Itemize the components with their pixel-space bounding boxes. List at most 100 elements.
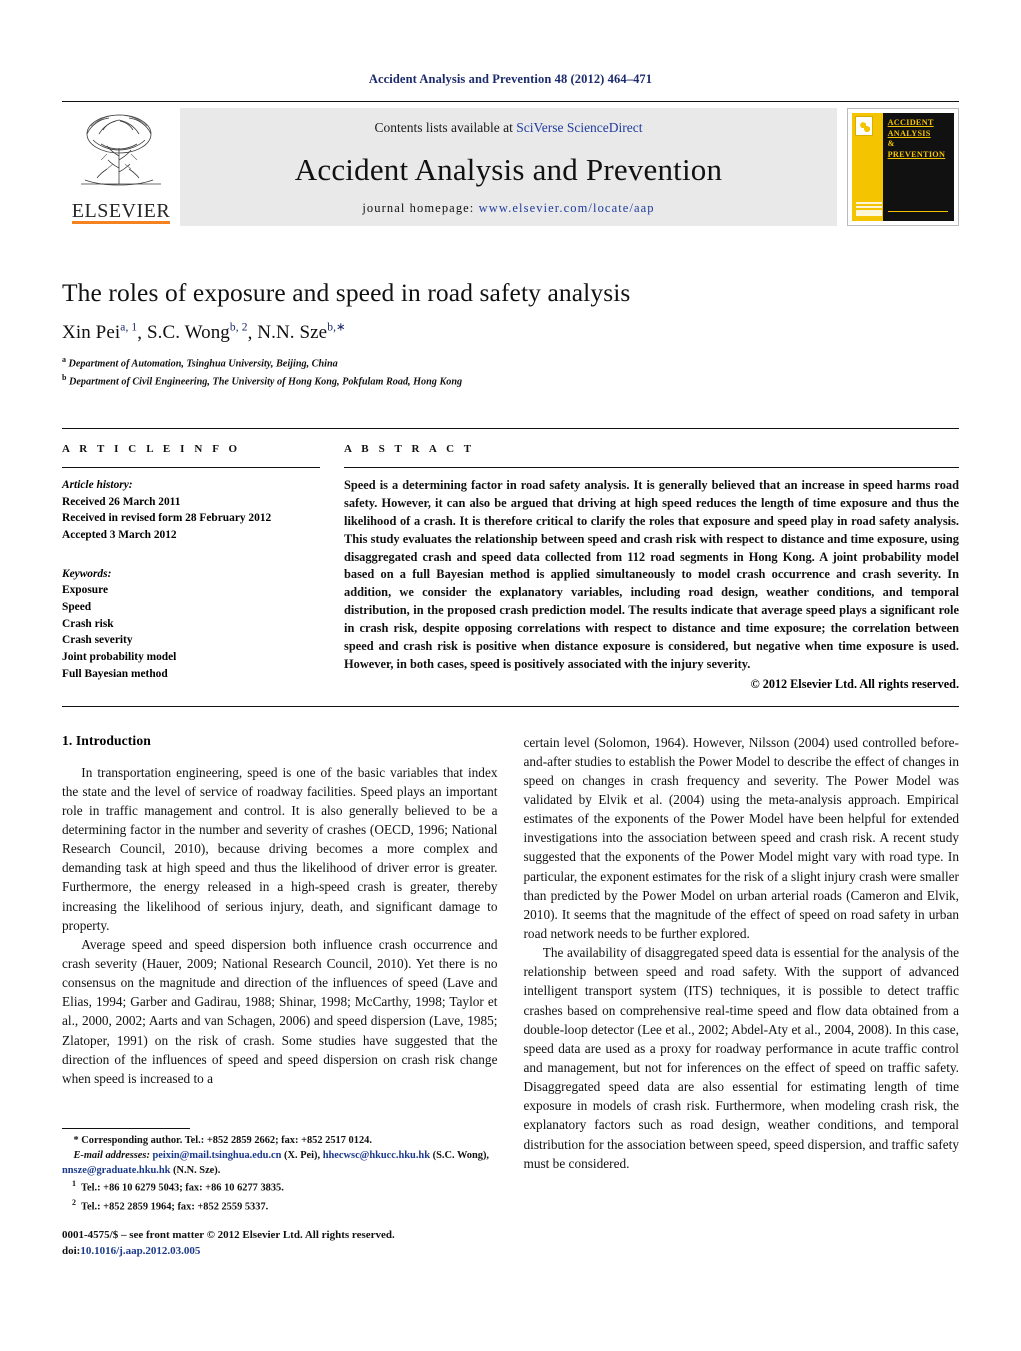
cover-line-1: ACCIDENT <box>887 118 934 127</box>
paragraph: In transportation engineering, speed is … <box>62 764 498 933</box>
tel-2-text: Tel.: +852 2859 1964; fax: +852 2559 533… <box>81 1201 269 1212</box>
imprint-block: 0001-4575/$ – see front matter © 2012 El… <box>62 1228 532 1260</box>
history-item: Received 26 March 2011 <box>62 495 181 508</box>
affiliation-b: b Department of Civil Engineering, The U… <box>62 372 959 390</box>
email-link-2[interactable]: hhecwsc@hkucc.hku.hk <box>323 1150 430 1161</box>
article-info-column: A R T I C L E I N F O Article history: R… <box>62 443 320 691</box>
journal-masthead: ELSEVIER Contents lists available at Sci… <box>62 101 959 226</box>
email-owner-1: (X. Pei), <box>284 1149 321 1161</box>
keyword-item: Joint probability model <box>62 650 177 663</box>
author-sep-1: , <box>137 322 147 344</box>
author-sep-2: , <box>247 322 258 344</box>
keyword-item: Full Bayesian method <box>62 667 168 680</box>
homepage-prefix: journal homepage: <box>362 201 479 215</box>
article-history-label: Article history: <box>62 479 133 492</box>
cover-line-3: & <box>887 139 895 148</box>
cover-artwork: ACCIDENT ANALYSIS & PREVENTION <box>852 113 954 221</box>
email-owner-2: (S.C. Wong), <box>432 1149 490 1161</box>
email-link-3[interactable]: nnsze@graduate.hku.hk <box>62 1165 170 1176</box>
affiliation-b-mark: b <box>62 373 67 383</box>
affiliation-a: a Department of Automation, Tsinghua Uni… <box>62 354 959 372</box>
elsevier-wordmark: ELSEVIER <box>71 200 171 224</box>
author-1-name: Xin Pei <box>62 322 121 344</box>
footnote-tel-1: 1 Tel.: +86 10 6279 5043; fax: +86 10 62… <box>62 1178 494 1196</box>
paper-page: Accident Analysis and Prevention 48 (201… <box>0 0 1021 1351</box>
abstract-heading: A B S T R A C T <box>344 443 475 456</box>
journal-banner: Contents lists available at SciVerse Sci… <box>180 108 837 226</box>
cover-line-4: PREVENTION <box>887 149 946 159</box>
abstract-column: A B S T R A C T Speed is a determining f… <box>344 443 959 691</box>
author-1: Xin Peia, 1 <box>62 322 137 343</box>
history-item: Received in revised form 28 February 201… <box>62 512 272 525</box>
author-2-marks: b, 2 <box>229 322 248 335</box>
keyword-item: Exposure <box>62 584 108 597</box>
author-2-name: S.C. Wong <box>146 322 230 344</box>
doi-link[interactable]: 10.1016/j.aap.2012.03.005 <box>80 1245 200 1257</box>
doi-label: doi: <box>62 1244 81 1257</box>
footnote-separator-rule <box>62 1128 190 1129</box>
affiliation-a-text: Department of Automation, Tsinghua Unive… <box>68 358 338 370</box>
author-3: N.N. Szeb,∗ <box>257 322 346 343</box>
elsevier-logo: ELSEVIER <box>62 108 180 226</box>
author-3-marks: b,∗ <box>327 322 346 335</box>
abstract-text: Speed is a determining factor in road sa… <box>344 478 959 671</box>
body-left-column: 1. Introduction In transportation engine… <box>62 733 498 1173</box>
cover-spine <box>852 113 883 221</box>
history-item: Accepted 3 March 2012 <box>62 529 177 542</box>
cover-rule <box>887 210 948 212</box>
title-block: The roles of exposure and speed in road … <box>62 278 959 390</box>
footnote-corresponding-author: * Corresponding author. Tel.: +852 2859 … <box>62 1134 494 1149</box>
email-owner-3: (N.N. Sze). <box>173 1164 221 1176</box>
body-columns: 1. Introduction In transportation engine… <box>62 733 959 1173</box>
abstract-copyright: © 2012 Elsevier Ltd. All rights reserved… <box>750 676 959 691</box>
paragraph: Average speed and speed dispersion both … <box>62 936 498 1086</box>
author-list: Xin Peia, 1, S.C. Wongb, 2, N.N. Szeb,∗ <box>62 320 959 344</box>
journal-homepage-line: journal homepage: www.elsevier.com/locat… <box>362 201 654 216</box>
cover-elsevier-icon <box>855 116 873 136</box>
sciencedirect-link[interactable]: SciVerse ScienceDirect <box>516 120 642 135</box>
elsevier-tree-icon <box>81 114 161 186</box>
article-history-block: Article history: Received 26 March 2011 … <box>62 477 320 544</box>
footnote-mark-1: 1 <box>72 1179 76 1189</box>
footnote-block: * Corresponding author. Tel.: +852 2859 … <box>62 1128 494 1215</box>
paper-title: The roles of exposure and speed in road … <box>62 278 631 307</box>
footnote-tel-2: 2 Tel.: +852 2859 1964; fax: +852 2559 5… <box>62 1197 494 1215</box>
contents-prefix: Contents lists available at <box>374 120 517 135</box>
article-info-rule <box>62 467 320 469</box>
keyword-item: Crash risk <box>62 617 114 630</box>
keywords-label: Keywords: <box>62 567 112 580</box>
paragraph: certain level (Solomon, 1964). However, … <box>523 734 960 942</box>
doi-line: doi:10.1016/j.aap.2012.03.005 <box>62 1244 532 1260</box>
cover-footer-mark <box>856 202 882 216</box>
abstract-bottom-rule <box>62 705 959 707</box>
affiliation-b-text: Department of Civil Engineering, The Uni… <box>69 376 463 388</box>
cover-title-block: ACCIDENT ANALYSIS & PREVENTION <box>883 113 954 221</box>
author-3-name: N.N. Sze <box>257 322 328 344</box>
footnote-emails: E-mail addresses: peixin@mail.tsinghua.e… <box>62 1149 494 1179</box>
journal-title: Accident Analysis and Prevention <box>294 151 723 187</box>
keyword-item: Crash severity <box>62 634 133 647</box>
email-addresses-label: E-mail addresses: <box>73 1149 150 1161</box>
cover-line-2: ANALYSIS <box>887 128 931 138</box>
journal-cover-thumbnail: ACCIDENT ANALYSIS & PREVENTION <box>847 108 959 226</box>
section-heading-introduction: 1. Introduction <box>62 732 151 748</box>
author-2: S.C. Wongb, 2 <box>147 322 248 343</box>
footnote-mark-2: 2 <box>72 1197 76 1207</box>
abstract-rule <box>344 467 959 469</box>
info-abstract-row: A R T I C L E I N F O Article history: R… <box>62 428 959 691</box>
affiliation-a-mark: a <box>62 355 66 365</box>
running-head: Accident Analysis and Prevention 48 (201… <box>368 72 653 86</box>
corresponding-author-text: Corresponding author. Tel.: +852 2859 26… <box>81 1135 372 1146</box>
contents-lists-line: Contents lists available at SciVerse Sci… <box>374 120 642 136</box>
article-info-heading: A R T I C L E I N F O <box>62 443 241 456</box>
issn-front-matter: 0001-4575/$ – see front matter © 2012 El… <box>62 1229 395 1241</box>
body-right-column: certain level (Solomon, 1964). However, … <box>524 733 960 1173</box>
paragraph: The availability of disaggregated speed … <box>523 945 960 1171</box>
author-1-marks: a, 1 <box>120 322 138 335</box>
keyword-item: Speed <box>62 601 92 613</box>
keywords-block: Keywords: Exposure Speed Crash risk Cras… <box>62 566 320 682</box>
tel-1-text: Tel.: +86 10 6279 5043; fax: +86 10 6277… <box>81 1182 284 1194</box>
homepage-url-link[interactable]: www.elsevier.com/locate/aap <box>479 201 655 215</box>
email-link-1[interactable]: peixin@mail.tsinghua.edu.cn <box>153 1150 282 1161</box>
